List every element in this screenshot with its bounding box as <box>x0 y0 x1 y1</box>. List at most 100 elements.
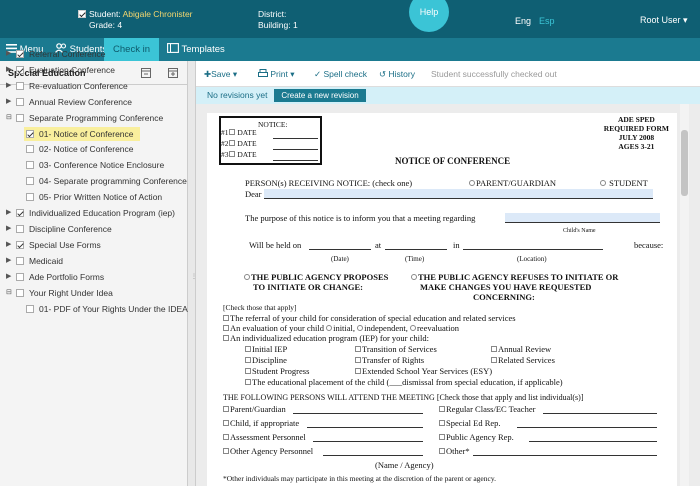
expand-toggle-icon[interactable]: ▶ <box>6 95 11 109</box>
date-line[interactable] <box>273 138 318 139</box>
sidebar-item[interactable]: ▶ Individualized Education Program (iep) <box>0 206 181 220</box>
item-checkbox[interactable] <box>16 98 24 106</box>
lang-spanish[interactable]: Esp <box>539 16 555 26</box>
checkbox[interactable] <box>245 379 251 385</box>
checkbox[interactable] <box>439 406 445 412</box>
item-checkbox[interactable] <box>16 66 24 74</box>
collapse-all-icon[interactable] <box>141 68 151 78</box>
location-line[interactable] <box>463 249 603 250</box>
checkbox[interactable] <box>223 325 229 331</box>
radio[interactable] <box>357 325 364 331</box>
expand-toggle-icon[interactable]: ▶ <box>6 254 11 268</box>
att-assessment[interactable]: Assessment Personnel <box>223 432 306 442</box>
sidebar-item[interactable]: ⊟ Your Right Under Idea <box>0 286 119 300</box>
checkbox[interactable] <box>245 368 251 374</box>
sidebar-item[interactable]: ▶ Annual Review Conference <box>0 95 138 109</box>
help-button[interactable]: Help <box>409 0 449 32</box>
parent-option[interactable]: PARENT/GUARDIAN <box>469 178 556 188</box>
refuse-option[interactable]: THE PUBLIC AGENCY REFUSES TO INITIATE OR… <box>411 272 618 302</box>
attendee-field[interactable] <box>293 404 423 414</box>
student-checkbox[interactable] <box>78 10 86 18</box>
att-parent[interactable]: Parent/Guardian <box>223 404 286 414</box>
time-line[interactable] <box>385 249 447 250</box>
attendee-field[interactable] <box>473 446 657 456</box>
expand-toggle-icon[interactable]: ▶ <box>6 270 11 284</box>
checkbox[interactable] <box>223 448 229 454</box>
checkbox[interactable] <box>245 357 251 363</box>
attendee-field[interactable] <box>529 432 657 442</box>
opt-annual-review[interactable]: Annual Review <box>491 344 551 354</box>
save-button[interactable]: ✚Save ▾ <box>204 69 237 80</box>
radio[interactable] <box>411 274 417 280</box>
att-regular[interactable]: Regular Class/EC Teacher <box>439 404 535 414</box>
checkbox[interactable] <box>245 346 251 352</box>
radio[interactable] <box>326 325 333 331</box>
checkbox[interactable] <box>355 357 361 363</box>
att-child[interactable]: Child, if appropriate <box>223 418 299 428</box>
child-name-field[interactable] <box>505 213 660 223</box>
opt-esy[interactable]: Extended School Year Services (ESY) <box>355 366 492 376</box>
sidebar-item[interactable]: ▶ Re-evaluation Conference <box>0 79 134 93</box>
item-checkbox[interactable] <box>16 225 24 233</box>
item-checkbox[interactable] <box>16 289 24 297</box>
att-other-agency[interactable]: Other Agency Personnel <box>223 446 313 456</box>
checkbox[interactable] <box>439 420 445 426</box>
date-line[interactable] <box>273 160 318 161</box>
item-checkbox[interactable] <box>16 82 24 90</box>
panel-splitter[interactable]: ⋮ <box>188 61 197 486</box>
sidebar-item[interactable]: 01- Notice of Conference <box>24 127 140 141</box>
spellcheck-button[interactable]: ✓ Spell check <box>314 69 367 80</box>
item-checkbox[interactable] <box>16 257 24 265</box>
attendee-field[interactable] <box>313 432 423 442</box>
sidebar-item[interactable]: ▶ Ade Portfolio Forms <box>0 270 110 284</box>
checkbox[interactable] <box>228 140 235 146</box>
checkbox[interactable] <box>439 434 445 440</box>
item-checkbox[interactable] <box>26 305 34 313</box>
propose-option[interactable]: THE PUBLIC AGENCY PROPOSES TO INITIATE O… <box>244 272 388 292</box>
print-button[interactable]: Print ▾ <box>258 69 295 80</box>
checkbox[interactable] <box>355 368 361 374</box>
item-checkbox[interactable] <box>26 193 34 201</box>
create-revision-button[interactable]: Create a new revision <box>274 89 366 102</box>
checkbox[interactable] <box>223 420 229 426</box>
opt-discipline[interactable]: Discipline <box>245 355 287 365</box>
opt-initial-iep[interactable]: Initial IEP <box>245 344 287 354</box>
attendee-field[interactable] <box>323 446 423 456</box>
sidebar-item[interactable]: 03- Conference Notice Enclosure <box>24 158 170 172</box>
checkbox[interactable] <box>355 346 361 352</box>
checkbox[interactable] <box>491 357 497 363</box>
sidebar-item[interactable]: ⊟ Separate Programming Conference <box>0 111 169 125</box>
dear-field[interactable] <box>264 189 653 199</box>
opt-transition[interactable]: Transition of Services <box>355 344 437 354</box>
attendee-field[interactable] <box>517 418 657 428</box>
expand-toggle-icon[interactable]: ▶ <box>6 47 11 61</box>
sidebar-item[interactable]: ▶ Special Use Forms <box>0 238 107 252</box>
radio[interactable] <box>244 274 250 280</box>
expand-all-icon[interactable] <box>168 68 178 78</box>
checkbox[interactable] <box>439 448 445 454</box>
radio[interactable] <box>409 325 416 331</box>
attendee-field[interactable] <box>307 418 423 428</box>
checkbox[interactable] <box>223 406 229 412</box>
attendee-field[interactable] <box>543 404 657 414</box>
sidebar-item[interactable]: ▶ Referral Conference <box>0 47 112 61</box>
evaluation-option[interactable]: An evaluation of your child initial, ind… <box>223 323 459 333</box>
checkbox[interactable] <box>223 434 229 440</box>
history-button[interactable]: ↺ History <box>379 69 415 80</box>
sidebar-item[interactable]: ▶ Medicaid <box>0 254 69 268</box>
expand-toggle-icon[interactable]: ▶ <box>6 206 11 220</box>
sidebar-item[interactable]: 05- Prior Written Notice of Action <box>24 190 168 204</box>
collapse-toggle-icon[interactable]: ⊟ <box>6 286 12 300</box>
item-checkbox[interactable] <box>16 209 24 217</box>
opt-transfer[interactable]: Transfer of Rights <box>355 355 424 365</box>
radio[interactable] <box>469 180 475 186</box>
lang-english[interactable]: Eng <box>515 16 531 26</box>
item-checkbox[interactable] <box>16 50 24 58</box>
sidebar-item[interactable]: ▶ Evaluation Conference <box>0 63 121 77</box>
referral-option[interactable]: The referral of your child for considera… <box>223 313 516 323</box>
sidebar-item[interactable]: ▶ Discipline Conference <box>0 222 118 236</box>
expand-toggle-icon[interactable]: ▶ <box>6 238 11 252</box>
checkbox[interactable] <box>228 151 235 157</box>
item-checkbox[interactable] <box>26 130 34 138</box>
att-special-ed[interactable]: Special Ed Rep. <box>439 418 501 428</box>
